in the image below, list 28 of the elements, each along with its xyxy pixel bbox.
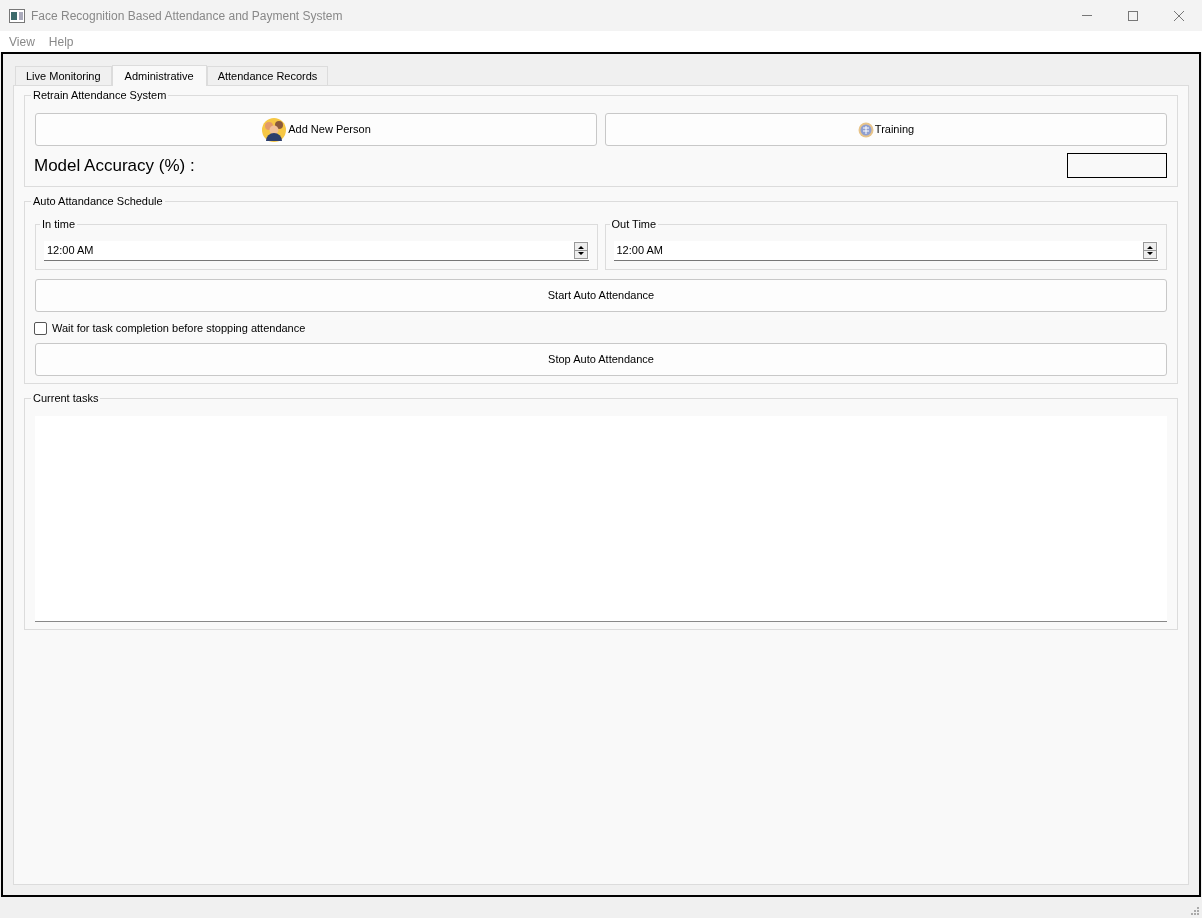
maximize-icon	[1128, 10, 1138, 21]
time-field[interactable]: 12:00 AM	[44, 241, 589, 261]
close-icon	[1174, 10, 1184, 21]
checkbox-label: Wait for task completion before stopping attendance	[52, 321, 306, 337]
training-button[interactable]: Training	[605, 113, 1167, 146]
resize-grip-icon	[1190, 906, 1200, 916]
tab[interactable]: Attendance Records	[206, 66, 329, 85]
minimize-icon	[1082, 15, 1092, 16]
window-title: Face Recognition Based Attendance and Payment System	[31, 7, 343, 25]
group-title: Retrain Attendance System	[31, 89, 169, 102]
app-icon	[9, 8, 25, 23]
stop-button[interactable]: Stop Auto Attendance	[35, 343, 1167, 376]
group-title: Current tasks	[31, 392, 101, 405]
people-icon	[261, 116, 288, 143]
time-field[interactable]: 12:00 AM	[613, 241, 1158, 261]
add-person-button[interactable]: Add New Person	[35, 113, 597, 146]
start-button[interactable]: Start Auto Attendance	[35, 279, 1167, 312]
tab[interactable]: Administrative	[111, 65, 207, 86]
accuracy-label: Model Accuracy (%) :	[34, 155, 195, 177]
checkbox[interactable]	[34, 322, 47, 335]
menu-item[interactable]: Help	[41, 32, 81, 51]
group-title: Out Time	[609, 218, 659, 231]
group-title: In time	[40, 218, 77, 231]
tab[interactable]: Live Monitoring	[15, 66, 112, 85]
spin-arrows-icon	[1143, 242, 1157, 259]
group-title: Auto Attandance Schedule	[31, 195, 165, 208]
spin-arrows-icon	[573, 242, 588, 259]
menu-item[interactable]: View	[2, 32, 42, 51]
